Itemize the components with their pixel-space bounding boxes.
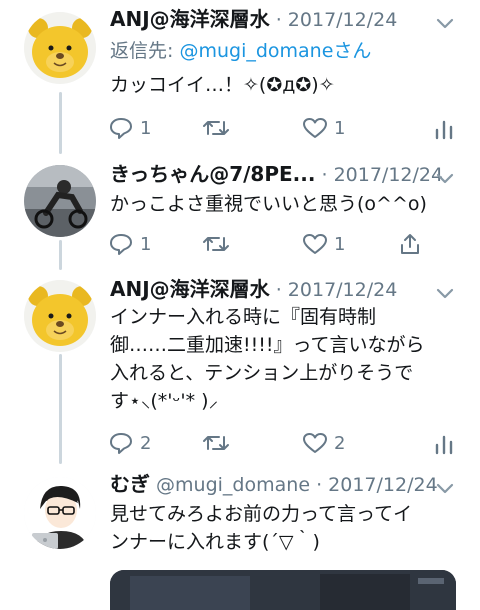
like-button[interactable]: 1 <box>302 115 345 141</box>
tweet-header: ANJ@海洋深層水 · 2017/12/24 <box>110 276 440 303</box>
analytics-icon <box>435 435 453 455</box>
tweet-text-line: 見せてみろよお前の力って言ってイ <box>110 503 413 525</box>
tweet-text-line: 入れると、テンション上がりそうで <box>110 362 414 384</box>
retweet-icon <box>203 436 229 450</box>
pooh-plush-avatar-image <box>24 12 96 84</box>
reply-count: 1 <box>140 117 152 139</box>
timestamp[interactable]: · 2017/12/24 <box>276 9 398 31</box>
tweet-text-line: インナー入れる時に『固有時制 <box>110 306 377 328</box>
reply-count: 2 <box>140 432 152 454</box>
display-name[interactable]: きっちゃん@7/8PE... <box>110 162 315 186</box>
reply-button[interactable]: 2 <box>108 430 151 456</box>
avatar[interactable] <box>24 12 96 84</box>
avatar[interactable] <box>24 280 96 352</box>
tweet-media-preview[interactable] <box>110 570 456 610</box>
retweet-icon <box>203 121 229 135</box>
display-name[interactable]: ANJ@海洋深層水 <box>110 277 270 301</box>
tweet-text: かっこよさ重視でいいと思う(o^^o) <box>110 191 440 217</box>
like-count: 2 <box>334 432 346 454</box>
reply-context: 返信先: @mugi_domaneさん <box>110 38 440 64</box>
media-image <box>110 570 456 610</box>
like-button[interactable]: 2 <box>302 430 345 456</box>
chevron-down-icon[interactable] <box>434 477 456 499</box>
tweet-text-line: ンナーに入れます(´▽｀) <box>110 531 320 553</box>
chevron-down-icon[interactable] <box>434 282 456 304</box>
tweet-header: きっちゃん@7/8PE... · 2017/12/24 <box>110 161 443 188</box>
avatar[interactable] <box>24 477 96 549</box>
heart-icon <box>303 433 327 453</box>
reply-count: 1 <box>140 233 152 255</box>
timestamp[interactable]: · 2017/12/24 <box>322 164 444 186</box>
analytics-button[interactable] <box>434 115 454 141</box>
share-icon <box>401 234 419 254</box>
like-count: 1 <box>334 117 346 139</box>
retweet-button[interactable] <box>202 231 230 257</box>
retweet-icon <box>203 237 229 251</box>
reply-button[interactable]: 1 <box>108 231 151 257</box>
tweet-header: ANJ@海洋深層水 · 2017/12/24 <box>110 6 440 33</box>
analytics-icon <box>435 120 453 140</box>
tweet-text-line: かっこよさ重視でいいと思う(o^^o) <box>110 193 427 215</box>
tweet-header: むぎ @mugi_domane · 2017/12/24 <box>110 471 440 498</box>
reply-to-mention[interactable]: @mugi_domaneさん <box>179 40 371 62</box>
tweet-text-line: 御……二重加速!!!!』って言いながら <box>110 334 425 356</box>
tweet[interactable]: むぎ @mugi_domane · 2017/12/24 見せてみろよお前の力っ… <box>0 465 480 584</box>
tweet[interactable]: ANJ@海洋深層水 · 2017/12/24 インナー入れる時に『固有時制 御…… <box>0 270 480 465</box>
like-button[interactable]: 1 <box>302 231 345 257</box>
pooh-plush-avatar-image <box>24 280 96 352</box>
like-count: 1 <box>334 233 346 255</box>
display-name[interactable]: ANJ@海洋深層水 <box>110 7 270 31</box>
tweet-actions: 2 2 <box>108 430 458 456</box>
timestamp[interactable]: · 2017/12/24 <box>276 279 398 301</box>
reply-icon <box>110 234 132 255</box>
tweet-text: カッコイイ…！✧(✪д✪)✧ <box>110 72 440 98</box>
share-button[interactable] <box>398 231 422 257</box>
timestamp[interactable]: · 2017/12/24 <box>316 474 438 496</box>
reply-to-label: 返信先: <box>110 40 180 62</box>
tweet-text-line: す⋆⸜(*'ᵕ'* )⸝ <box>110 390 219 412</box>
display-name[interactable]: むぎ <box>110 472 150 496</box>
tweet[interactable]: きっちゃん@7/8PE... · 2017/12/24 かっこよさ重視でいいと思… <box>0 155 480 270</box>
reply-icon <box>110 118 132 139</box>
heart-icon <box>303 234 327 254</box>
retweet-button[interactable] <box>202 115 230 141</box>
chevron-down-icon[interactable] <box>434 12 456 34</box>
retweet-button[interactable] <box>202 430 230 456</box>
avatar[interactable] <box>24 165 96 237</box>
reply-icon <box>110 433 132 454</box>
reply-button[interactable]: 1 <box>108 115 151 141</box>
tweet-actions: 1 1 <box>108 115 458 141</box>
tweet-actions: 1 1 <box>108 231 458 257</box>
tweet[interactable]: ANJ@海洋深層水 · 2017/12/24 返信先: @mugi_domane… <box>0 0 480 155</box>
chevron-down-icon[interactable] <box>434 167 456 189</box>
tweet-text-line: カッコイイ…！✧(✪д✪)✧ <box>110 74 335 96</box>
handle[interactable]: @mugi_domane <box>156 474 310 496</box>
analytics-button[interactable] <box>434 430 454 456</box>
heart-icon <box>303 118 327 138</box>
illustrated-person-avatar-image <box>24 477 96 549</box>
cycling-photo-avatar-image <box>24 165 96 237</box>
